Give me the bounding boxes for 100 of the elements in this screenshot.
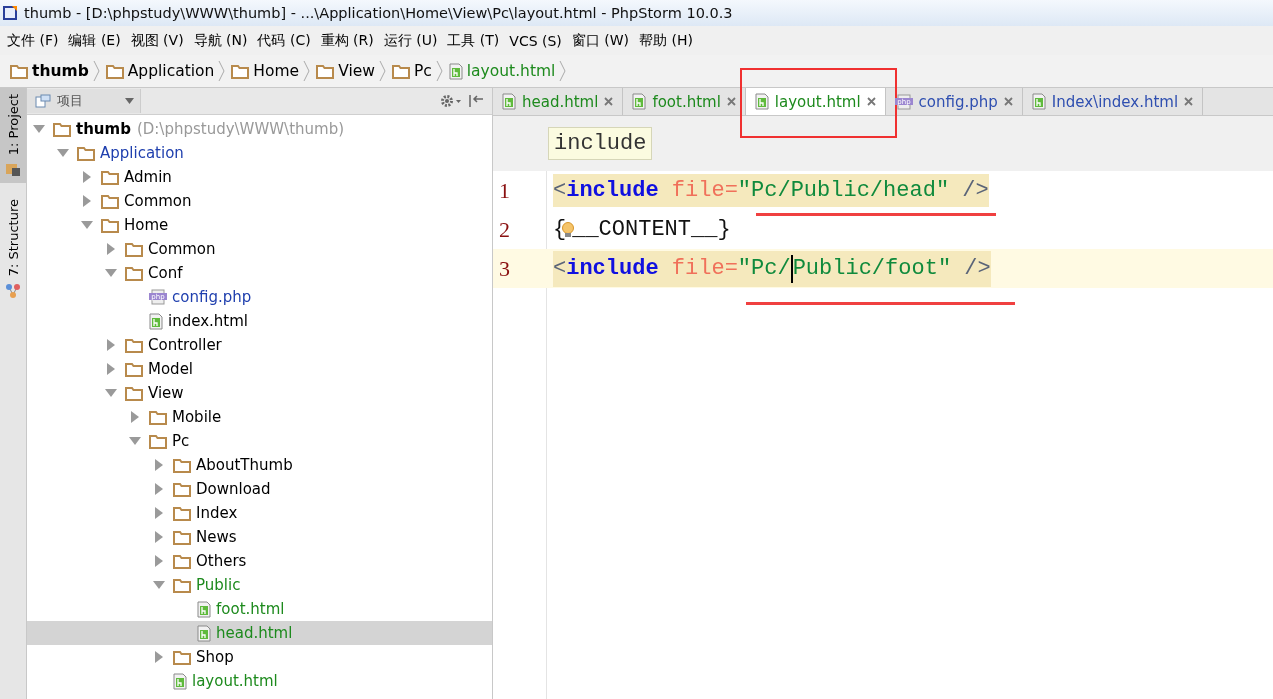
tree-item[interactable]: Home xyxy=(27,213,492,237)
line-number: 3 xyxy=(498,255,511,282)
menu-item[interactable]: 编辑 (E) xyxy=(63,31,126,50)
collapsed-arrow-icon[interactable] xyxy=(106,339,116,351)
tree-item[interactable]: Application xyxy=(27,141,492,165)
tree-item[interactable]: Model xyxy=(27,357,492,381)
tree-item[interactable]: Common xyxy=(27,237,492,261)
folder-icon xyxy=(125,241,143,257)
menu-item[interactable]: 帮助 (H) xyxy=(634,31,698,50)
folder-icon xyxy=(316,63,335,79)
tree-item[interactable]: foot.html xyxy=(27,597,492,621)
tree-item[interactable]: Others xyxy=(27,549,492,573)
breadcrumb-item[interactable]: Pc xyxy=(391,62,432,80)
collapsed-arrow-icon[interactable] xyxy=(130,411,140,423)
tree-item[interactable]: Controller xyxy=(27,333,492,357)
breadcrumb-item[interactable]: View xyxy=(316,62,375,80)
tree-item[interactable]: View xyxy=(27,381,492,405)
menu-item[interactable]: 窗口 (W) xyxy=(566,31,635,50)
collapsed-arrow-icon[interactable] xyxy=(82,195,92,207)
editor-tab[interactable]: Index\index.html xyxy=(1022,88,1204,115)
breadcrumb-item[interactable]: layout.html xyxy=(448,62,556,80)
tree-item[interactable]: News xyxy=(27,525,492,549)
view-dropdown[interactable]: 项目 xyxy=(27,89,141,113)
breadcrumb-item[interactable]: Application xyxy=(105,62,215,80)
html-file-icon xyxy=(1031,93,1046,110)
collapsed-arrow-icon[interactable] xyxy=(154,459,164,471)
tree-item[interactable]: Download xyxy=(27,477,492,501)
tree-item[interactable]: Conf xyxy=(27,261,492,285)
tree-item[interactable]: Admin xyxy=(27,165,492,189)
tree-item[interactable]: Common xyxy=(27,189,492,213)
menu-item[interactable]: 运行 (U) xyxy=(378,31,443,50)
project-view-icon xyxy=(35,94,51,108)
collapsed-arrow-icon[interactable] xyxy=(106,363,116,375)
collapsed-arrow-icon[interactable] xyxy=(154,531,164,543)
tree-item[interactable]: Pc xyxy=(27,429,492,453)
tree-item[interactable]: layout.html xyxy=(27,669,492,693)
html-file-icon xyxy=(149,312,163,330)
menu-item[interactable]: 导航 (N) xyxy=(188,31,253,50)
line-number: 1 xyxy=(498,177,511,204)
folder-icon xyxy=(173,553,191,569)
menu-item[interactable]: 重构 (R) xyxy=(315,31,379,50)
close-icon[interactable] xyxy=(866,97,876,106)
tool-window-tab[interactable]: 1: Project xyxy=(0,88,26,184)
collapsed-arrow-icon[interactable] xyxy=(154,651,164,663)
close-icon[interactable] xyxy=(1003,97,1013,106)
folder-icon xyxy=(149,433,167,449)
expanded-arrow-icon[interactable] xyxy=(153,580,165,590)
chevron-icon xyxy=(218,60,226,82)
html-file-icon xyxy=(632,93,647,110)
window-title: thumb - [D:\phpstudy\WWW\thumb] - ...\Application\Home\View\Pc\layout.html - PhpStorm 10.0.3 xyxy=(24,5,733,21)
tree-item[interactable]: AboutThumb xyxy=(27,453,492,477)
editor-tab[interactable]: foot.html xyxy=(623,88,746,115)
collapsed-arrow-icon[interactable] xyxy=(154,483,164,495)
code-line: { __CONTENT__} xyxy=(553,216,731,244)
folder-icon xyxy=(173,577,191,593)
html-file-icon xyxy=(197,600,211,618)
settings-icon[interactable] xyxy=(440,94,462,108)
collapsed-arrow-icon[interactable] xyxy=(154,507,164,519)
caret-icon xyxy=(125,98,134,104)
tree-item[interactable]: index.html xyxy=(27,309,492,333)
expanded-arrow-icon[interactable] xyxy=(81,220,93,230)
editor-tab[interactable]: head.html xyxy=(493,88,624,115)
tree-item[interactable]: thumb (D:\phpstudy\WWW\thumb) xyxy=(27,117,492,141)
folder-icon xyxy=(125,337,143,353)
folder-icon xyxy=(101,169,119,185)
close-icon[interactable] xyxy=(1184,97,1194,106)
folder-icon xyxy=(173,529,191,545)
tree-item[interactable]: Public xyxy=(27,573,492,597)
expanded-arrow-icon[interactable] xyxy=(105,268,117,278)
expanded-arrow-icon[interactable] xyxy=(129,436,141,446)
html-file-icon xyxy=(173,672,187,690)
expanded-arrow-icon[interactable] xyxy=(33,124,45,134)
editor-tab[interactable]: layout.html xyxy=(745,88,886,115)
collapse-icon[interactable] xyxy=(468,94,484,108)
breadcrumb-item[interactable]: thumb xyxy=(10,62,89,80)
collapsed-arrow-icon[interactable] xyxy=(154,555,164,567)
menu-item[interactable]: 代码 (C) xyxy=(252,31,316,50)
close-icon[interactable] xyxy=(604,97,614,106)
path-hint: (D:\phpstudy\WWW\thumb) xyxy=(136,120,345,138)
folder-icon xyxy=(10,63,28,79)
menu-item[interactable]: 文件 (F) xyxy=(2,31,64,50)
folder-icon xyxy=(173,481,191,497)
breadcrumb-item[interactable]: Home xyxy=(231,62,300,80)
collapsed-arrow-icon[interactable] xyxy=(82,171,92,183)
menu-item[interactable]: 视图 (V) xyxy=(125,31,189,50)
tree-item[interactable]: Mobile xyxy=(27,405,492,429)
tree-item[interactable]: Index xyxy=(27,501,492,525)
html-file-icon xyxy=(197,624,211,642)
collapsed-arrow-icon[interactable] xyxy=(106,243,116,255)
html-file-icon xyxy=(502,93,516,110)
menu-item[interactable]: VCS (S) xyxy=(504,32,567,49)
tool-window-tab[interactable]: 7: Structure xyxy=(0,193,26,305)
folder-icon xyxy=(391,63,410,79)
menu-item[interactable]: 工具 (T) xyxy=(442,31,505,50)
expanded-arrow-icon[interactable] xyxy=(105,388,117,398)
folder-icon xyxy=(101,217,119,233)
folder-icon xyxy=(231,63,250,79)
tree-item[interactable]: Shop xyxy=(27,645,492,669)
close-icon[interactable] xyxy=(726,97,736,106)
expanded-arrow-icon[interactable] xyxy=(57,148,69,158)
